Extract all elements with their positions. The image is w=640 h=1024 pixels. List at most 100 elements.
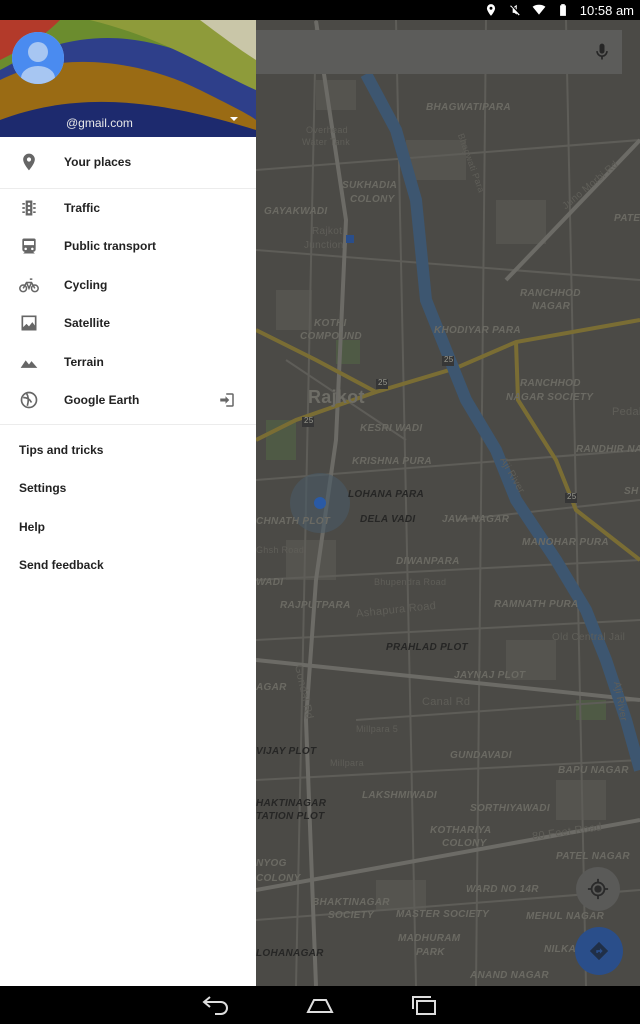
map-label: Rajkot [312, 226, 343, 237]
map-label: COLONY [256, 873, 301, 884]
home-icon[interactable] [304, 993, 336, 1017]
map-label: SH [624, 486, 639, 497]
menu-item-your-places[interactable]: Your places [0, 143, 256, 182]
map-label: LOHANAGAR [256, 948, 324, 959]
menu-item-label: Cycling [64, 277, 108, 292]
menu-item-label: Traffic [64, 200, 101, 215]
menu-item-settings[interactable]: Settings [0, 469, 256, 508]
map-label: RANCHHOD [520, 378, 581, 389]
map-label: NAGAR SOCIETY [506, 392, 594, 403]
account-header[interactable]: @gmail.com [0, 20, 256, 137]
map-label: RAJPUTPARA [280, 600, 351, 611]
menu-item-google-earth[interactable]: Google Earth [0, 381, 256, 420]
crosshair-icon [587, 878, 609, 900]
map-label: LOHANA PARA [348, 489, 425, 500]
menu-item-terrain[interactable]: Terrain [0, 343, 256, 382]
navigation-drawer: @gmail.com Your places Traffic Public tr… [0, 20, 256, 986]
map-label: LAKSHMIWADI [362, 790, 437, 801]
map-label: CHNATH PLOT [256, 516, 331, 527]
map-label: DIWANPARA [396, 556, 460, 567]
mountain-icon [18, 351, 40, 373]
map-label: BAPU NAGAR [558, 765, 629, 776]
map-label: PATE [614, 213, 640, 224]
menu-item-label: Satellite [64, 316, 111, 331]
map-label: ANAND NAGAR [470, 970, 549, 981]
map-label: SUKHADIA [342, 180, 398, 191]
map-label: Old Central Jail [552, 632, 626, 643]
menu-item-tips-and-tricks[interactable]: Tips and tricks [0, 431, 256, 470]
map-label: COMPOUND [300, 331, 362, 342]
map-label: KRISHNA PURA [352, 456, 432, 467]
menu-item-help[interactable]: Help [0, 508, 256, 547]
map-label: VIJAY PLOT [256, 746, 317, 757]
map-city-label: Rajkot [308, 387, 365, 407]
map-label: JAVA NAGAR [442, 514, 510, 525]
map-label: RAMNATH PURA [494, 599, 579, 610]
map-label: TATION PLOT [256, 811, 325, 822]
directions-icon [589, 941, 609, 961]
map-label: RANCHHOD [520, 288, 581, 299]
map-label: NYOG [256, 858, 287, 869]
map-label: Canal Rd [422, 696, 471, 708]
menu-item-label: Your places [64, 155, 132, 170]
mute-icon [508, 3, 522, 17]
map-label: NILKA [544, 944, 577, 955]
menu-item-cycling[interactable]: Cycling [0, 266, 256, 305]
back-icon[interactable] [200, 993, 232, 1017]
highway-shield: 25 [567, 492, 577, 501]
map-label: BHAGWATIPARA [426, 102, 511, 113]
highway-shield: 25 [444, 355, 454, 364]
open-external-icon [218, 391, 236, 409]
menu-item-label: Terrain [64, 354, 104, 369]
map-label: SOCIETY [328, 910, 374, 921]
recents-icon[interactable] [408, 993, 440, 1017]
search-box[interactable] [256, 30, 622, 74]
map-label: Water Tank [302, 137, 351, 147]
menu-item-label: Google Earth [64, 393, 140, 408]
menu-item-label: Public transport [64, 239, 157, 254]
map-view[interactable]: BHAGWATIPARA Overhead Water Tank Bhagwat… [256, 20, 640, 986]
account-dropdown-icon[interactable] [228, 112, 240, 124]
map-label: PATEL NAGAR [556, 851, 630, 862]
map-label: JAYNAJ PLOT [454, 670, 526, 681]
my-location-button[interactable] [576, 867, 620, 911]
menu-item-satellite[interactable]: Satellite [0, 304, 256, 343]
map-label: PRAHLAD PLOT [386, 642, 468, 653]
traffic-light-icon [18, 197, 40, 219]
menu-item-traffic[interactable]: Traffic [0, 189, 256, 228]
system-nav-bar [0, 986, 640, 1024]
highway-shield: 25 [378, 378, 388, 387]
map-label: SORTHIYAWADI [470, 803, 550, 814]
status-bar: 10:58 am [0, 0, 640, 20]
avatar[interactable] [12, 32, 64, 84]
map-label: Pedal [612, 406, 640, 418]
map-label: KOTHI [314, 318, 347, 329]
location-icon [484, 3, 498, 17]
map-label: Ghsh Road [256, 545, 305, 555]
map-label: WADI [256, 577, 284, 588]
map-label: Millpara [330, 758, 364, 768]
map-label: KOTHARIYA [430, 825, 492, 836]
menu-item-public-transport[interactable]: Public transport [0, 227, 256, 266]
status-time: 10:58 am [579, 2, 634, 18]
map-label: Bhupendra Road [374, 577, 447, 587]
map-label: Overhead [306, 125, 348, 135]
map-label: HAKTINAGAR [256, 798, 327, 809]
map-label: Millpara 5 [356, 724, 399, 734]
map-label: COLONY [442, 838, 487, 849]
account-email: @gmail.com [66, 116, 133, 130]
map-label: GUNDAVADI [450, 750, 512, 761]
map-label: MASTER SOCIETY [396, 909, 490, 920]
wifi-icon [532, 3, 546, 17]
map-label: RANDHIR NA [576, 444, 640, 455]
map-label: MADHURAM [398, 933, 461, 944]
microphone-icon[interactable] [592, 42, 612, 62]
map-label: AGAR [256, 682, 287, 693]
map-label: GAYAKWADI [264, 206, 328, 217]
map-label: DELA VADI [360, 514, 416, 525]
train-icon [18, 235, 40, 257]
map-label: NAGAR [532, 301, 571, 312]
menu-item-send-feedback[interactable]: Send feedback [0, 546, 256, 585]
directions-button[interactable] [575, 927, 623, 975]
battery-icon [556, 3, 570, 17]
